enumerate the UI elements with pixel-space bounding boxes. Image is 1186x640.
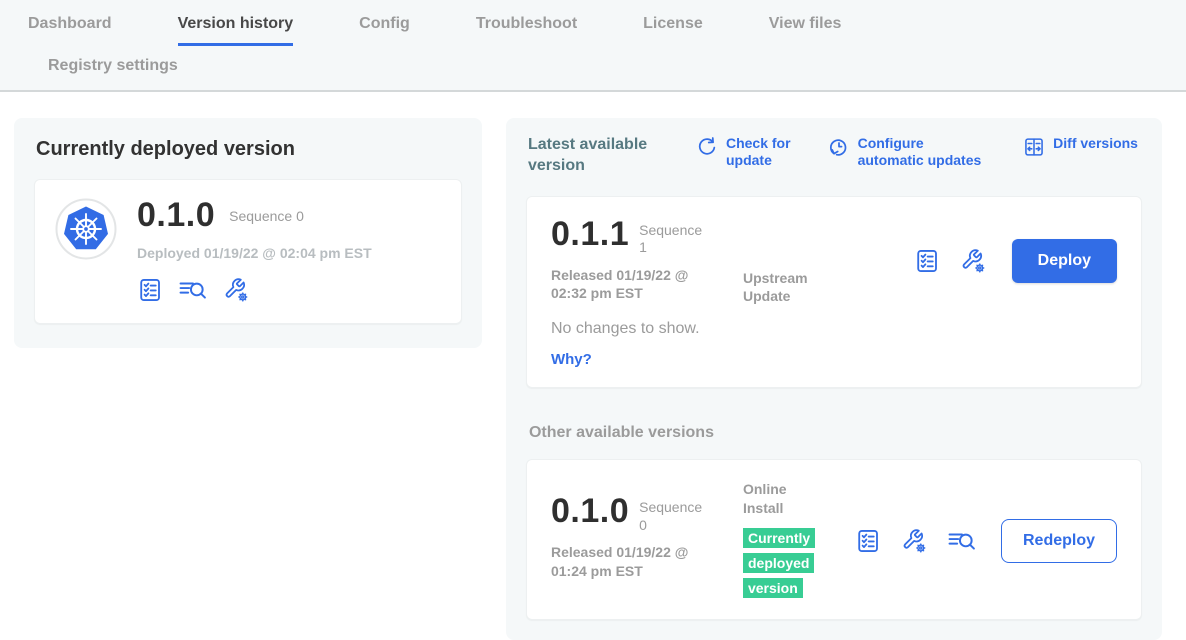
latest-released-timestamp: Released 01/19/22 @ 02:32 pm EST <box>551 266 711 302</box>
latest-version-header: Latest available version Check for updat… <box>526 135 1142 177</box>
main-content: Currently deployed version 0.1.0 Sequenc… <box>0 92 1186 640</box>
deployed-version-line: 0.1.0 Sequence 0 <box>137 198 372 234</box>
other-released-timestamp: Released 01/19/22 @ 01:24 pm EST <box>551 543 711 579</box>
currently-deployed-panel: Currently deployed version 0.1.0 Sequenc… <box>14 118 482 348</box>
tab-config[interactable]: Config <box>359 15 410 46</box>
deployed-version-number: 0.1.0 <box>137 198 215 234</box>
tab-license[interactable]: License <box>643 15 703 46</box>
wrench-gear-icon[interactable] <box>223 277 249 303</box>
logs-icon[interactable] <box>947 528 977 554</box>
other-source-column: Online Install Currently deployed versio… <box>743 480 855 601</box>
latest-version-title: Latest available version <box>528 135 676 177</box>
other-version-card: 0.1.0 Sequence 0 Released 01/19/22 @ 01:… <box>526 459 1142 620</box>
latest-sequence: Sequence 1 <box>639 217 709 257</box>
configure-automatic-updates-link[interactable]: Configure automatic updates <box>828 135 994 169</box>
auto-update-icon <box>828 136 850 158</box>
other-version-line: 0.1.0 Sequence 0 <box>551 494 743 534</box>
diff-versions-label: Diff versions <box>1053 135 1138 152</box>
deploy-button[interactable]: Deploy <box>1012 239 1117 283</box>
latest-version-number: 0.1.1 <box>551 217 629 253</box>
wrench-gear-icon[interactable] <box>901 528 927 554</box>
other-version-info: 0.1.0 Sequence 0 Released 01/19/22 @ 01:… <box>551 480 743 579</box>
currently-deployed-badge-wrap: Currently deployed version <box>743 526 821 601</box>
latest-version-line: 0.1.1 Sequence 1 <box>551 217 743 257</box>
diff-icon <box>1023 136 1045 158</box>
other-source-label: Online Install <box>743 480 825 518</box>
diff-versions-link[interactable]: Diff versions <box>1023 135 1138 169</box>
latest-version-card: 0.1.1 Sequence 1 Released 01/19/22 @ 02:… <box>526 196 1142 389</box>
checklist-icon[interactable] <box>914 248 940 274</box>
tab-dashboard[interactable]: Dashboard <box>28 15 112 46</box>
deployed-version-details: 0.1.0 Sequence 0 Deployed 01/19/22 @ 02:… <box>137 198 372 303</box>
check-for-update-label: Check for update <box>726 135 798 169</box>
deployed-icon-row <box>137 277 372 303</box>
top-navigation: Dashboard Version history Config Trouble… <box>0 0 1186 92</box>
tab-troubleshoot[interactable]: Troubleshoot <box>476 15 577 46</box>
deployed-version-card: 0.1.0 Sequence 0 Deployed 01/19/22 @ 02:… <box>34 179 462 324</box>
tab-registry-settings[interactable]: Registry settings <box>48 57 178 87</box>
redeploy-button[interactable]: Redeploy <box>1001 519 1117 563</box>
no-changes-text: No changes to show. <box>551 320 1117 338</box>
deployed-timestamp: Deployed 01/19/22 @ 02:04 pm EST <box>137 245 372 261</box>
other-actions: Redeploy <box>855 519 1117 563</box>
latest-source-column: Upstream Update <box>743 269 855 307</box>
deployed-sequence: Sequence 0 <box>229 208 304 224</box>
tab-version-history[interactable]: Version history <box>178 15 294 46</box>
currently-deployed-title: Currently deployed version <box>36 138 462 161</box>
other-versions-title: Other available versions <box>529 424 1142 442</box>
latest-actions: Deploy <box>914 239 1117 283</box>
available-versions-panel: Latest available version Check for updat… <box>506 118 1162 640</box>
why-link[interactable]: Why? <box>551 351 592 368</box>
wrench-gear-icon[interactable] <box>960 248 986 274</box>
latest-source-label: Upstream Update <box>743 269 825 307</box>
nav-row-secondary: Registry settings <box>0 46 1186 90</box>
configure-automatic-updates-label: Configure automatic updates <box>858 135 994 169</box>
nav-row-primary: Dashboard Version history Config Trouble… <box>0 15 1186 46</box>
checklist-icon[interactable] <box>855 528 881 554</box>
logs-icon[interactable] <box>178 277 208 303</box>
check-for-update-link[interactable]: Check for update <box>696 135 798 169</box>
latest-version-info: 0.1.1 Sequence 1 Released 01/19/22 @ 02:… <box>551 217 743 302</box>
latest-version-row: 0.1.1 Sequence 1 Released 01/19/22 @ 02:… <box>551 217 1117 307</box>
check-update-icon <box>696 136 718 158</box>
latest-header-actions: Check for update Configure automatic upd… <box>696 135 1140 169</box>
other-version-number: 0.1.0 <box>551 494 629 530</box>
other-version-row: 0.1.0 Sequence 0 Released 01/19/22 @ 01:… <box>551 480 1117 601</box>
checklist-icon[interactable] <box>137 277 163 303</box>
kubernetes-logo-icon <box>55 198 117 260</box>
tab-view-files[interactable]: View files <box>769 15 842 46</box>
other-sequence: Sequence 0 <box>639 494 709 534</box>
currently-deployed-badge: Currently deployed version <box>743 528 815 598</box>
